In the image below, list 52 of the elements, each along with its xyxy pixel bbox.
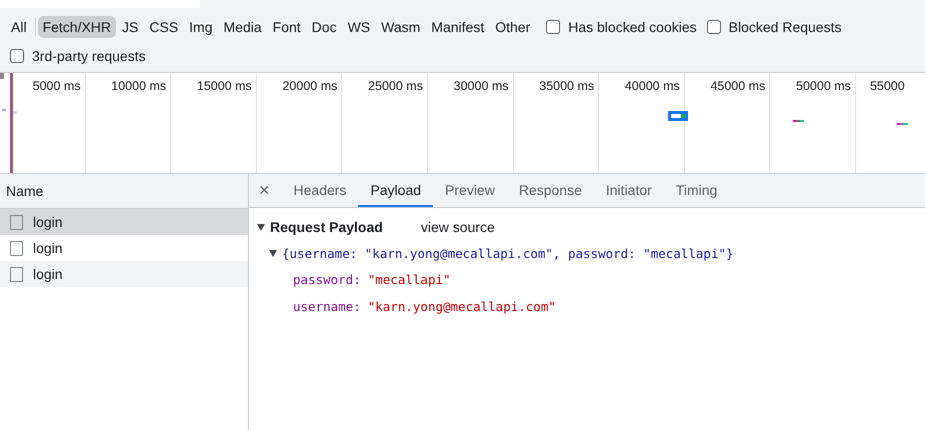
tick-label: 5000 ms <box>32 79 81 93</box>
type-filter-button[interactable]: Other <box>490 16 536 38</box>
tab[interactable]: Timing <box>664 174 730 207</box>
property-value: "karn.yong@mecallapi.com" <box>368 299 556 314</box>
tab[interactable]: Response <box>506 174 594 207</box>
type-filter-button[interactable]: Wasm <box>376 16 426 38</box>
checkbox-label[interactable]: 3rd-party requests <box>32 48 146 64</box>
type-filter-button[interactable]: Media <box>218 16 267 38</box>
type-filter-button[interactable]: Fetch/XHR <box>38 16 116 38</box>
type-filter-button[interactable]: CSS <box>144 16 184 38</box>
tick-label: 20000 ms <box>282 79 338 93</box>
tick-label: 45000 ms <box>710 79 766 93</box>
expand-triangle-icon[interactable] <box>257 224 265 230</box>
type-filter-button[interactable]: Font <box>268 16 306 38</box>
tick-label: 30000 ms <box>454 79 509 93</box>
type-filter-button[interactable]: All <box>6 16 32 38</box>
property-value: "mecallapi" <box>368 272 451 287</box>
property-key: username: <box>293 299 361 314</box>
request-row[interactable]: login <box>0 235 248 261</box>
file-icon <box>10 240 23 256</box>
type-filter-button[interactable]: WS <box>342 16 376 38</box>
tick-label: 15000 ms <box>196 79 252 93</box>
file-icon <box>10 214 23 230</box>
tab[interactable]: Payload <box>358 174 434 207</box>
request-row[interactable]: login <box>0 209 248 235</box>
column-header[interactable]: Name <box>0 174 248 209</box>
type-filter-button[interactable]: JS <box>117 16 144 38</box>
type-filter-button[interactable]: Doc <box>306 16 342 38</box>
tab[interactable]: Headers <box>282 174 358 207</box>
tab[interactable]: Preview <box>433 174 507 207</box>
tick-label: 10000 ms <box>111 79 166 93</box>
tab[interactable]: Initiator <box>594 174 664 207</box>
tick-label: 55000 <box>870 79 905 93</box>
expand-triangle-icon[interactable] <box>269 250 277 256</box>
request-row[interactable]: login <box>0 261 248 287</box>
checkbox-label[interactable]: Blocked Requests <box>728 19 842 35</box>
view-source-link[interactable]: view source <box>420 219 495 235</box>
object-summary: {username: "karn.yong@mecallapi.com", password: "mecallapi"} <box>282 246 734 260</box>
checkbox[interactable] <box>706 20 721 34</box>
file-icon <box>10 266 23 282</box>
property-key: password: <box>293 272 361 287</box>
tick-label: 35000 ms <box>539 79 594 93</box>
checkbox[interactable] <box>546 20 560 34</box>
tick-label: 40000 ms <box>624 79 680 93</box>
section-title: Request Payload <box>270 219 383 235</box>
tick-label: 25000 ms <box>368 79 423 93</box>
checkbox[interactable] <box>10 49 24 63</box>
type-filter-button[interactable]: Img <box>184 16 218 38</box>
close-button[interactable]: × <box>255 174 282 207</box>
tick-label: 50000 ms <box>796 79 851 93</box>
type-filter-button[interactable]: Manifest <box>426 16 490 38</box>
checkbox-label[interactable]: Has blocked cookies <box>568 19 697 35</box>
